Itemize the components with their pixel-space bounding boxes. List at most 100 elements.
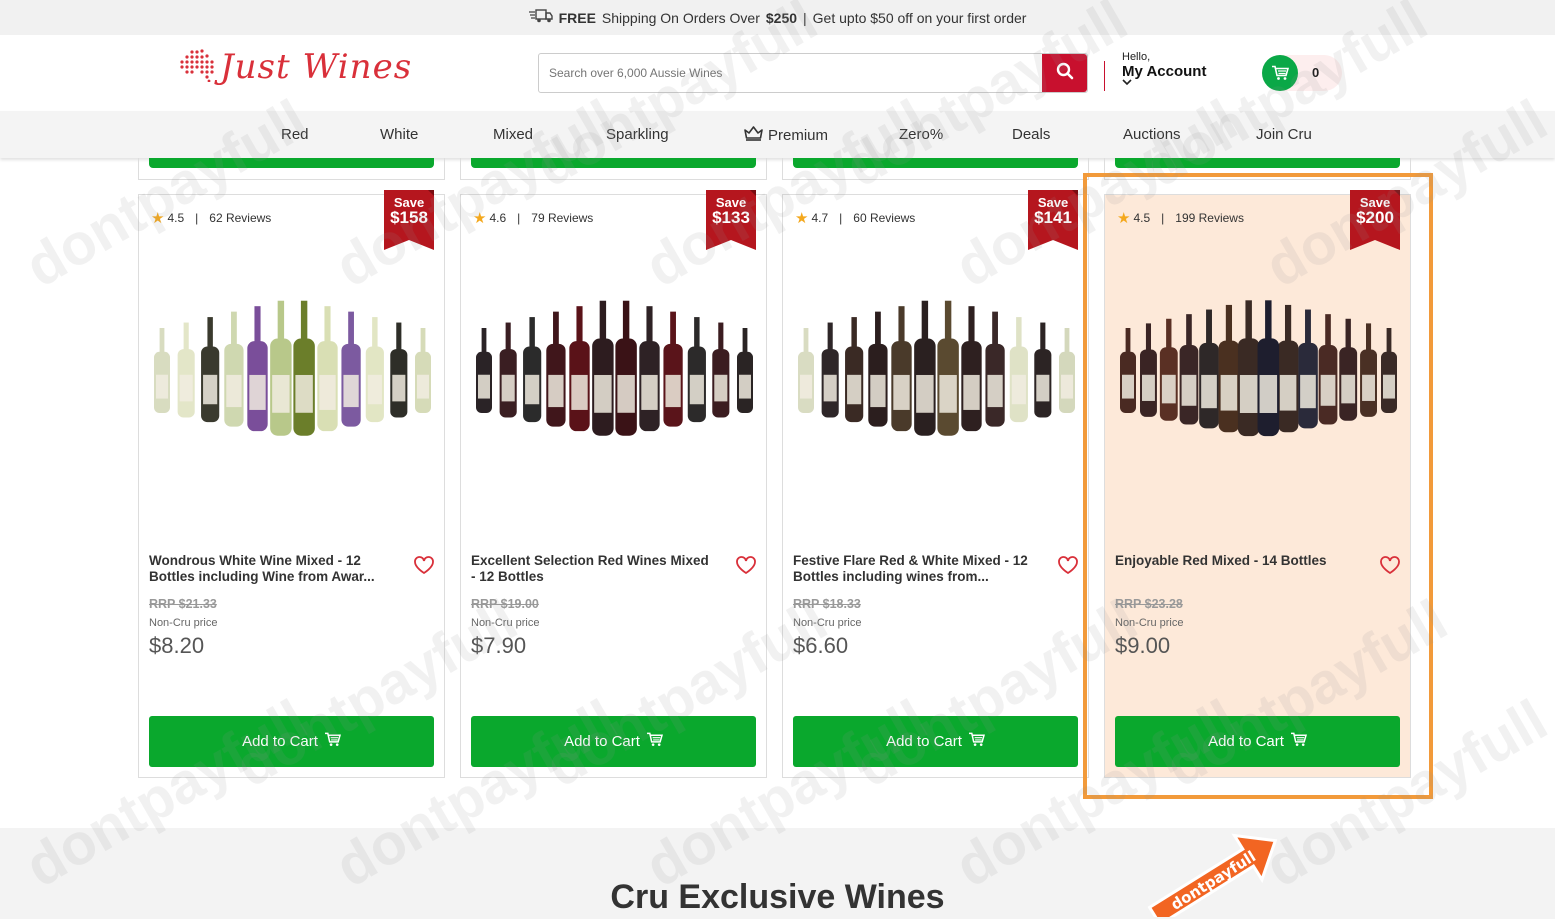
wine-bottle-icon [737,328,753,413]
rating-separator: | [839,211,843,225]
product-card[interactable]: ★ 4.6 | 79 Reviews Save $133 Excellent S… [460,190,767,778]
wine-bottle-icon [798,328,814,413]
heart-icon[interactable] [735,555,757,580]
announcement-bar: FREE Shipping On Orders Over $250 | Get … [0,0,1555,35]
nav-item-join-cru[interactable]: Join Cru [1256,126,1312,143]
heart-icon[interactable] [1057,555,1079,580]
nav-item-deals[interactable]: Deals [1012,126,1050,143]
nav-label: Auctions [1123,126,1181,143]
section-title: Cru Exclusive Wines [610,878,945,916]
reviews-link[interactable]: 62 Reviews [209,211,271,225]
shipping-text: Shipping On Orders Over [601,9,760,26]
nav-item-premium[interactable]: Premium [744,126,828,145]
cart-icon [324,732,341,751]
price-label: Non-Cru price [793,617,862,629]
product-name[interactable]: Excellent Selection Red Wines Mixed - 12… [471,553,716,585]
add-to-cart-button[interactable]: Add to Cart [793,716,1078,767]
save-amount: $158 [390,208,428,227]
wine-bottle-icon [1009,317,1028,423]
product-image[interactable] [466,293,763,443]
wine-bottle-icon [201,317,220,423]
wine-bottle-icon [499,322,517,418]
nav-label: Red [281,126,309,143]
previous-row-card [782,158,1089,180]
add-to-cart-button[interactable] [471,158,756,168]
cart-icon [968,732,985,751]
search-input[interactable] [539,54,1042,92]
wine-bottle-icon [592,300,614,436]
add-to-cart-button[interactable] [1115,158,1400,168]
wine-bottle-icon [365,317,384,423]
wine-bottle-icon [247,306,268,432]
rating-separator: | [195,211,199,225]
wine-bottle-icon [821,322,839,418]
logo-text: Just Wines [220,47,413,87]
wine-bottle-icon [687,317,706,423]
wine-bottle-icon [639,306,660,432]
save-amount: $141 [1034,208,1072,227]
star-icon: ★ [473,210,487,227]
product-name[interactable]: Festive Flare Red & White Mixed - 12 Bot… [793,553,1038,585]
cart-icon [646,732,663,751]
rating-separator: | [517,211,521,225]
add-to-cart-button[interactable]: Add to Cart [149,716,434,767]
reviews-link[interactable]: 60 Reviews [853,211,915,225]
account-menu[interactable]: Hello, My Account [1122,51,1206,89]
add-to-cart-button[interactable] [793,158,1078,168]
rating-value: 4.6 [489,211,507,225]
nav-item-sparkling[interactable]: Sparkling [606,126,669,143]
nav-label: Deals [1012,126,1051,143]
star-icon: ★ [795,210,809,227]
nav-label: White [380,126,419,143]
save-ribbon: Save $141 [1028,190,1078,250]
previous-row-card [460,158,767,180]
nav-item-mixed[interactable]: Mixed [493,126,533,143]
product-card[interactable]: ★ 4.5 | 62 Reviews Save $158 Wondrous Wh… [138,190,445,778]
wine-bottle-icon [615,300,637,436]
wine-bottle-icon [390,322,408,418]
rrp-price: RRP $19.00 [471,597,539,611]
wine-bottle-icon [317,306,338,432]
nav-item-zero[interactable]: Zero% [899,126,943,143]
nav-item-auctions[interactable]: Auctions [1123,126,1181,143]
wine-bottle-icon [1034,322,1052,418]
search-button[interactable] [1042,54,1087,92]
wine-bottle-icon [224,311,244,427]
wine-bottle-icon [270,300,292,436]
add-to-cart-button[interactable]: Add to Cart [471,716,756,767]
reviews-link[interactable]: 79 Reviews [531,211,593,225]
wine-bottle-icon [177,322,195,418]
cart-button[interactable]: 0 [1262,55,1342,91]
product-price: $6.60 [793,633,849,658]
wine-bottle-icon [663,311,683,427]
product-image[interactable] [144,293,441,443]
product-name[interactable]: Wondrous White Wine Mixed - 12 Bottles i… [149,553,394,585]
nav-label: Join Cru [1256,126,1312,143]
product-image[interactable] [788,293,1085,443]
add-to-cart-label: Add to Cart [886,733,962,750]
cart-count: 0 [1312,65,1320,80]
site-header: Just Wines Hello, My Account 0 [0,35,1555,111]
product-card[interactable]: ★ 4.7 | 60 Reviews Save $141 Festive Fla… [782,190,1089,778]
nav-item-white[interactable]: White [380,126,418,143]
nav-label: Sparkling [606,126,669,143]
wine-bottle-icon [341,311,361,427]
wine-bottle-icon [293,300,315,436]
heart-icon[interactable] [413,555,435,580]
nav-item-red[interactable]: Red [281,126,309,143]
search-bar [538,53,1088,93]
australia-map-icon [178,48,216,87]
crown-icon [744,126,763,145]
wine-bottle-icon [476,328,492,413]
logo-link[interactable]: Just Wines [178,47,412,87]
previous-row-card [138,158,445,180]
wine-bottle-icon [569,306,590,432]
product-rating: ★ 4.6 | 79 Reviews [473,209,593,227]
wine-bottle-icon [546,311,566,427]
wine-bottle-icon [914,300,936,436]
price-label: Non-Cru price [471,617,540,629]
add-to-cart-button[interactable] [149,158,434,168]
product-rating: ★ 4.7 | 60 Reviews [795,209,915,227]
rrp-price: RRP $18.33 [793,597,861,611]
cart-icon [1262,55,1298,91]
